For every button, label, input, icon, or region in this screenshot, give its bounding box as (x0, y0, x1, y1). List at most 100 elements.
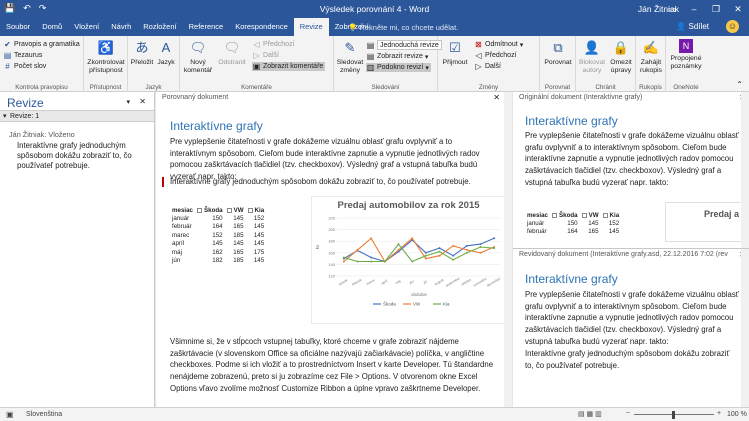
block-authors-button[interactable]: 👤 Blokovat autory (578, 39, 606, 75)
tab-vlozeni[interactable]: Vložení (68, 18, 105, 36)
close-compared-icon[interactable]: ✕ (493, 93, 500, 102)
checkbox-icon[interactable] (247, 207, 253, 213)
thesaurus-icon: ▤ (3, 51, 12, 60)
group-accessibility: ♿ Zkontrolovat přístupnost Přístupnost (84, 36, 128, 92)
sales-chart[interactable]: Predaj automobilov za rok 2015 120 140 160 1… (311, 196, 506, 324)
checkbox-icon[interactable] (197, 207, 202, 213)
word-count-button[interactable]: # Počet slov (3, 62, 46, 71)
revision-text[interactable]: Interaktívne grafy jednoduchým spôsobom … (17, 141, 145, 171)
track-changes-button[interactable]: ✎ Sledovat změny (336, 39, 364, 75)
compared-paragraph-2-text: Všimnime si, že v stĺpcoch vstupnej tabu… (170, 337, 494, 393)
header-label: mesiac (527, 211, 548, 219)
table-cell: február (172, 223, 192, 231)
zoom-slider-thumb[interactable] (672, 411, 675, 419)
vertical-scrollbar[interactable] (504, 92, 512, 407)
collapse-ribbon-icon[interactable]: ⌃ (736, 80, 743, 89)
checkbox-icon[interactable] (226, 207, 232, 213)
collapse-icon: ▾ (3, 113, 7, 120)
tab-rozlozeni[interactable]: Rozložení (137, 18, 182, 36)
revisions-pane: Revize ▾ ✕ Revize: 1 ▾ Ján Žitniak: Vlože… (0, 92, 155, 407)
checkbox-icon[interactable] (602, 212, 608, 218)
table-cell: marec (172, 231, 190, 239)
show-markup-dropdown[interactable]: ▤ Zobrazit revize ▾ (366, 52, 429, 61)
tab-domu[interactable]: Domů (36, 18, 68, 36)
close-icon[interactable]: ✕ (727, 0, 749, 18)
linked-notes-button[interactable]: N Propojené poznámky (667, 39, 705, 71)
status-language[interactable]: Slovenština (26, 411, 62, 418)
tab-revize[interactable]: Revize (293, 18, 329, 36)
display-review-value: Jednoduchá revize (377, 40, 442, 50)
data-point (424, 257, 427, 260)
close-pane-icon[interactable]: ✕ (139, 97, 146, 106)
title-bar: 💾 ↶ ↷ Výsledek porovnání 4 - Word Ján Ži… (0, 0, 749, 18)
reject-button[interactable]: ⊠ Odmítnout ▾ (474, 40, 523, 49)
display-for-review-dropdown[interactable]: ▤ Jednoduchá revize (366, 40, 442, 50)
table-header-cell: Škoda (195, 206, 225, 214)
minimize-icon[interactable]: – (683, 0, 705, 18)
checkbox-icon[interactable] (581, 212, 587, 218)
legend-label[interactable]: VW (413, 302, 421, 307)
language-button[interactable]: A Jazyk (155, 39, 177, 67)
revised-scrollbar[interactable] (741, 249, 749, 407)
prev-change-button[interactable]: ◁ Předchozí (474, 51, 516, 60)
start-inking-button[interactable]: ✍ Zahájit rukopis (637, 39, 665, 75)
zoom-out-icon[interactable]: − (626, 410, 630, 417)
tab-soubor[interactable]: Soubor (0, 18, 36, 36)
share-button[interactable]: 👤 Sdílet (676, 22, 709, 31)
zoom-level[interactable]: 100 % (727, 411, 747, 418)
feedback-smiley-icon[interactable]: ☺ (726, 20, 739, 33)
next-change-button[interactable]: ▷ Další (474, 62, 501, 71)
status-bar: ▣ Slovenština ▤ ▦ ▥ − + 100 % (0, 407, 749, 421)
proofing-icon[interactable]: ▣ (6, 410, 14, 419)
accept-button[interactable]: ☑ Přijmout (440, 39, 470, 67)
reviewing-pane-dropdown[interactable]: ▥ Podokno revizí ▾ (366, 63, 431, 72)
check-accessibility-button[interactable]: ♿ Zkontrolovat přístupnost (86, 39, 126, 75)
pane-options-chevron-icon[interactable]: ▾ (126, 98, 130, 106)
legend-label[interactable]: Kia (443, 302, 450, 307)
revision-author: Ján Žitniak: Vloženo (9, 130, 75, 139)
table-cell: 182 (212, 257, 223, 265)
data-point (479, 246, 482, 248)
tell-me-box[interactable]: 💡 Řekněte mi, co chcete udělat. (348, 23, 458, 32)
restrict-editing-button[interactable]: 🔒 Omezit úpravy (607, 39, 635, 75)
data-point (370, 260, 373, 263)
header-label: VW (233, 206, 244, 214)
show-comments-button[interactable]: ▣ Zobrazit komentáře (252, 62, 326, 71)
delete-comment-button[interactable]: 🗨 Odstranit (215, 39, 249, 67)
original-scrollbar[interactable] (741, 92, 749, 248)
data-point (370, 237, 373, 240)
table-cell: 145 (233, 215, 244, 223)
display-review-icon: ▤ (366, 40, 375, 50)
checkbox-icon[interactable] (552, 212, 557, 218)
prev-comment-button[interactable]: ◁ Předchozí (252, 40, 295, 49)
table-row: apríl 145 145 145 (170, 240, 266, 248)
view-mode-icons[interactable]: ▤ ▦ ▥ (578, 410, 602, 418)
prev-change-icon: ◁ (475, 51, 482, 60)
compare-button[interactable]: ⧉ Porovnat (542, 39, 574, 67)
tab-reference[interactable]: Reference (183, 18, 230, 36)
thesaurus-button[interactable]: ▤ Tezaurus (3, 51, 43, 60)
spelling-grammar-button[interactable]: ✔ Pravopis a gramatika (3, 40, 80, 49)
table-cell: 164 (212, 223, 223, 231)
y-tick-label: 220 (328, 216, 335, 221)
maximize-icon[interactable]: ❐ (705, 0, 727, 18)
new-comment-button[interactable]: 🗨 Nový komentář (182, 39, 214, 75)
linked-notes-label: Propojené poznámky (670, 55, 702, 70)
tab-korespondence[interactable]: Korespondence (229, 18, 294, 36)
table-cell: apríl (172, 240, 185, 248)
revisions-count-bar[interactable]: Revize: 1 ▾ (0, 110, 154, 122)
revised-document-header: Revidovaný dokument (Interaktívne grafy.… (519, 251, 728, 258)
next-comment-button[interactable]: ▷ Další (252, 51, 279, 60)
table-row: február 164 165 145 (525, 228, 621, 236)
next-change-icon: ▷ (475, 62, 482, 71)
legend-label[interactable]: Škoda (383, 301, 396, 307)
tab-navrh[interactable]: Návrh (105, 18, 137, 36)
ribbon-display-icon[interactable]: ▭ (661, 0, 683, 18)
y-tick-label: 160 (328, 250, 335, 255)
ribbon: ✔ Pravopis a gramatika ▤ Tezaurus # Počet s… (0, 36, 749, 92)
prev-comment-label: Předchozí (263, 41, 295, 48)
compare-icon: ⧉ (553, 40, 563, 55)
original-table: mesiac Škoda VW Kia január 150 145 152 február 16… (525, 211, 621, 236)
translate-button[interactable]: あ Přeložit (130, 39, 154, 67)
zoom-in-icon[interactable]: + (717, 410, 721, 417)
